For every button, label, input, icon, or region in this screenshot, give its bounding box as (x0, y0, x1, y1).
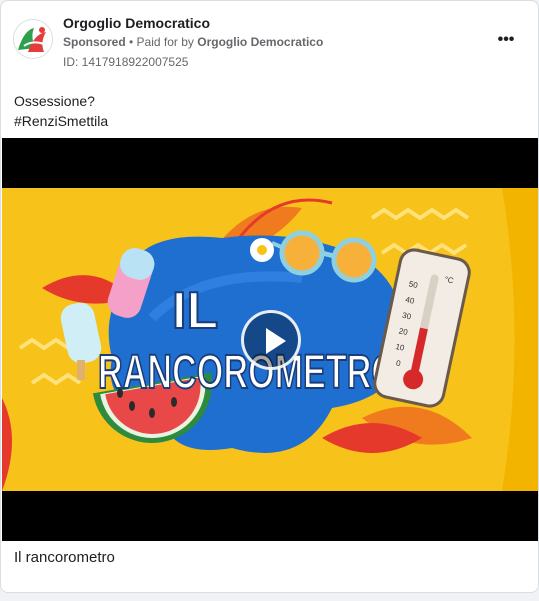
video-player[interactable]: IL RANCOROMETRO °C 50 40 30 20 10 0 (2, 138, 538, 541)
paid-for-prefix: • Paid for by (129, 35, 194, 49)
paid-for-name[interactable]: Orgoglio Democratico (197, 35, 323, 49)
post-hashtag[interactable]: #RenziSmettila (14, 111, 108, 131)
post-body: Ossessione? #RenziSmettila (14, 91, 108, 131)
post-header: Orgoglio Democratico Sponsored • Paid fo… (13, 13, 526, 73)
play-icon (266, 328, 286, 354)
page-name[interactable]: Orgoglio Democratico (63, 15, 210, 31)
ad-id: ID: 1417918922007525 (63, 55, 189, 69)
sponsored-label: Sponsored (63, 35, 126, 49)
more-options-button[interactable]: ••• (492, 29, 520, 51)
page-avatar[interactable] (13, 19, 53, 59)
post-body-line: Ossessione? (14, 93, 95, 109)
ad-card: Orgoglio Democratico Sponsored • Paid fo… (0, 0, 539, 593)
party-logo-icon (14, 20, 52, 58)
play-button[interactable] (241, 310, 301, 370)
more-horizontal-icon: ••• (497, 31, 515, 48)
sponsored-line: Sponsored • Paid for by Orgoglio Democra… (63, 35, 323, 49)
link-caption[interactable]: Il rancorometro (14, 549, 115, 566)
video-title-line1: IL (172, 282, 218, 340)
